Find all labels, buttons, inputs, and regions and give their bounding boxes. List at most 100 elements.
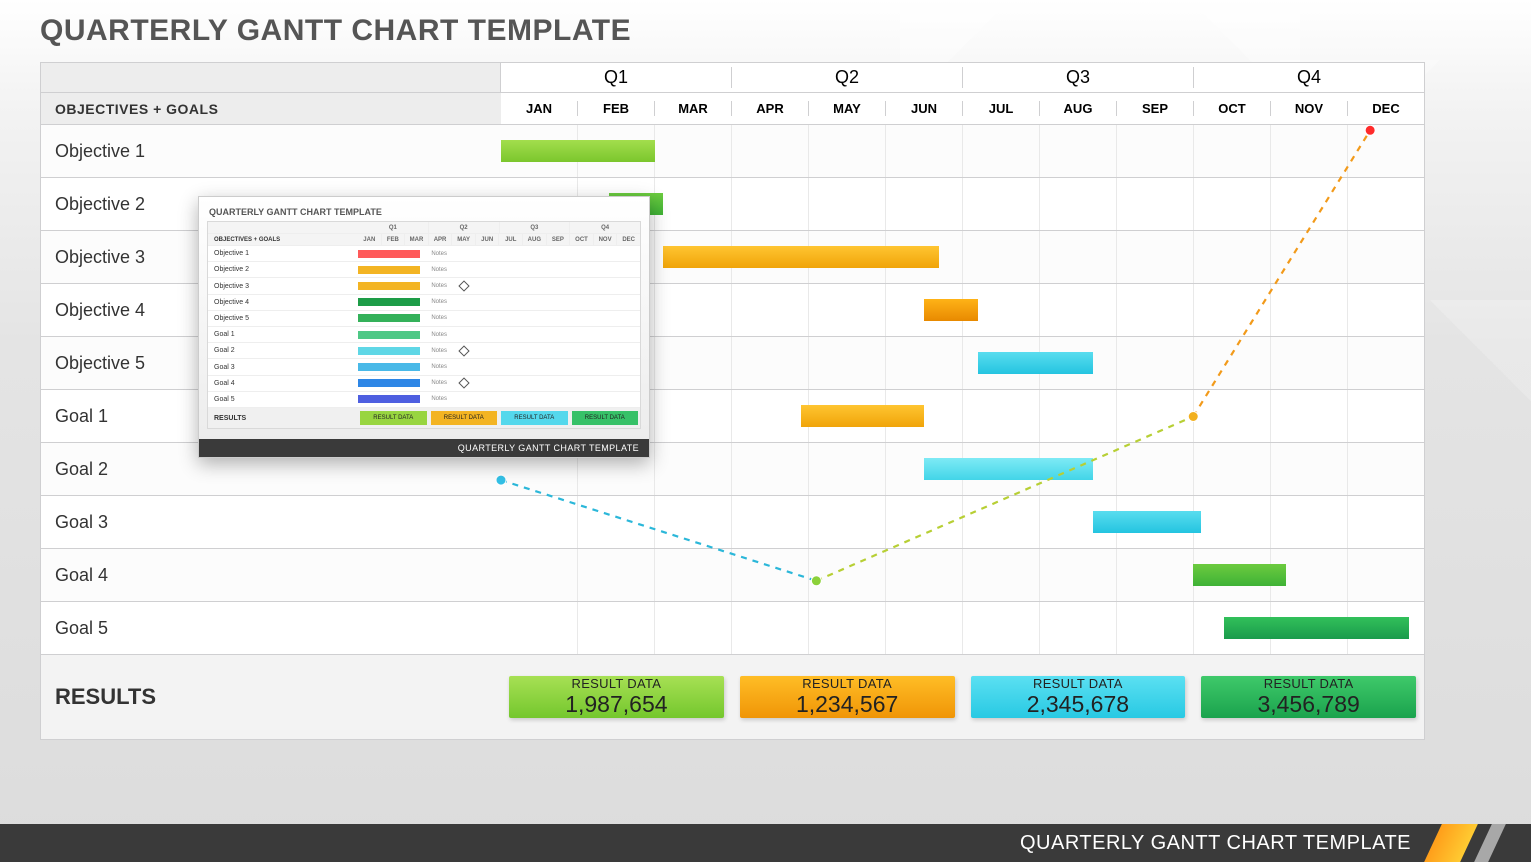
thumb-bar <box>358 347 420 355</box>
thumb-quarter-cell: Q1 <box>358 222 428 233</box>
result-label: RESULT DATA <box>1033 676 1123 691</box>
thumb-quarter-cell: Q4 <box>569 222 640 233</box>
thumb-quarter-cell: Q3 <box>499 222 570 233</box>
thumb-month-cell: FEB <box>381 234 405 245</box>
quarter-cell: Q1 <box>501 67 731 88</box>
gantt-bar <box>1093 511 1201 533</box>
grid-cell <box>654 443 731 495</box>
thumb-month-cell: SEP <box>546 234 570 245</box>
thumb-row-label: Goal 5 <box>208 396 358 403</box>
grid-cell <box>577 549 654 601</box>
thumb-row-label: Objective 2 <box>208 266 358 273</box>
thumb-row: Goal 4 Notes <box>208 376 640 392</box>
month-cell: JAN <box>501 101 577 116</box>
month-cell: AUG <box>1039 101 1116 116</box>
thumb-bar <box>358 250 420 258</box>
month-header-row: OBJECTIVES + GOALS JAN FEB MAR APR MAY J… <box>41 93 1424 125</box>
grid-cell <box>1347 231 1424 283</box>
result-value: 2,345,678 <box>1027 691 1129 718</box>
month-cell: JUN <box>885 101 962 116</box>
result-label: RESULT DATA <box>572 676 662 691</box>
grid-cell <box>1039 549 1116 601</box>
row-label: Goal 3 <box>41 496 501 548</box>
thumb-bar <box>358 282 420 290</box>
quarter-header-row: Q1 Q2 Q3 Q4 <box>41 63 1424 93</box>
footer-accent-grey <box>1474 824 1506 862</box>
grid-cell <box>1193 231 1270 283</box>
page-title: QUARTERLY GANTT CHART TEMPLATE <box>40 14 631 48</box>
footer-title: QUARTERLY GANTT CHART TEMPLATE <box>1020 832 1411 855</box>
month-cell: APR <box>731 101 808 116</box>
thumb-bar <box>358 266 420 274</box>
thumb-row-timeline: Notes <box>358 343 640 358</box>
results-cards: RESULT DATA1,987,654RESULT DATA1,234,567… <box>501 655 1424 739</box>
slide: QUARTERLY GANTT CHART TEMPLATE Q1 Q2 Q3 … <box>0 0 1531 862</box>
objectives-header: OBJECTIVES + GOALS <box>41 93 501 124</box>
grid-cell <box>885 337 962 389</box>
grid-cell <box>1116 231 1193 283</box>
grid-cell <box>1116 549 1193 601</box>
grid-cell <box>962 496 1039 548</box>
grid-cell <box>1193 496 1270 548</box>
quarter-cell: Q2 <box>731 67 962 88</box>
result-value: 1,234,567 <box>796 691 898 718</box>
gantt-bar <box>663 246 940 268</box>
grid-cell <box>731 337 808 389</box>
thumb-notes-label: Notes <box>431 332 447 338</box>
grid-cell <box>885 602 962 654</box>
thumb-notes-label: Notes <box>431 380 447 386</box>
grid-cell <box>808 178 885 230</box>
thumb-row-label: Objective 1 <box>208 250 358 257</box>
grid-cell <box>962 231 1039 283</box>
thumb-result-card: RESULT DATA <box>431 411 498 425</box>
grid-cell <box>1347 125 1424 177</box>
thumb-month-cell: JUN <box>475 234 499 245</box>
grid-cell <box>1270 125 1347 177</box>
grid-cell <box>885 125 962 177</box>
grid-cell <box>654 337 731 389</box>
thumb-results-label: RESULTS <box>208 415 358 422</box>
gantt-bar <box>1193 564 1285 586</box>
grid-cell <box>1039 602 1116 654</box>
row-timeline <box>501 496 1424 548</box>
thumb-notes-label: Notes <box>431 299 447 305</box>
footer-accent-orange <box>1424 824 1478 862</box>
thumb-row-label: Goal 4 <box>208 380 358 387</box>
thumb-row-timeline: Notes <box>358 278 640 293</box>
grid-cell <box>1116 178 1193 230</box>
thumb-row: Goal 3Notes <box>208 359 640 375</box>
grid-cell <box>654 602 731 654</box>
grid-cell <box>731 549 808 601</box>
grid-cell <box>1039 390 1116 442</box>
thumb-month-cell: APR <box>428 234 452 245</box>
grid-cell <box>577 496 654 548</box>
thumb-row-label: Objective 4 <box>208 299 358 306</box>
result-label: RESULT DATA <box>802 676 892 691</box>
thumb-row-timeline: Notes <box>358 246 640 261</box>
thumb-row: Goal 1Notes <box>208 327 640 343</box>
thumb-month-cell: AUG <box>522 234 546 245</box>
grid-cell <box>731 125 808 177</box>
grid-cell <box>885 496 962 548</box>
grid-cell <box>501 496 577 548</box>
grid-cell <box>885 549 962 601</box>
grid-cell <box>1347 284 1424 336</box>
row-label: Goal 5 <box>41 602 501 654</box>
thumb-notes-label: Notes <box>431 364 447 370</box>
grid-cell <box>1039 178 1116 230</box>
footer-bar: QUARTERLY GANTT CHART TEMPLATE <box>0 824 1531 862</box>
grid-cell <box>654 390 731 442</box>
thumb-row: Objective 1Notes <box>208 246 640 262</box>
grid-cell <box>1116 125 1193 177</box>
thumbnail-footer-text: QUARTERLY GANTT CHART TEMPLATE <box>458 443 639 453</box>
grid-cell <box>501 549 577 601</box>
thumb-results-timeline: RESULT DATARESULT DATARESULT DATARESULT … <box>358 408 640 428</box>
gantt-bar <box>924 299 978 321</box>
results-row: RESULTS RESULT DATA1,987,654RESULT DATA1… <box>41 655 1424 739</box>
result-card: RESULT DATA2,345,678 <box>971 676 1186 718</box>
grid-cell <box>1193 284 1270 336</box>
grid-cell <box>654 125 731 177</box>
row-timeline <box>501 549 1424 601</box>
grid-cell <box>1347 443 1424 495</box>
grid-cell <box>1193 443 1270 495</box>
